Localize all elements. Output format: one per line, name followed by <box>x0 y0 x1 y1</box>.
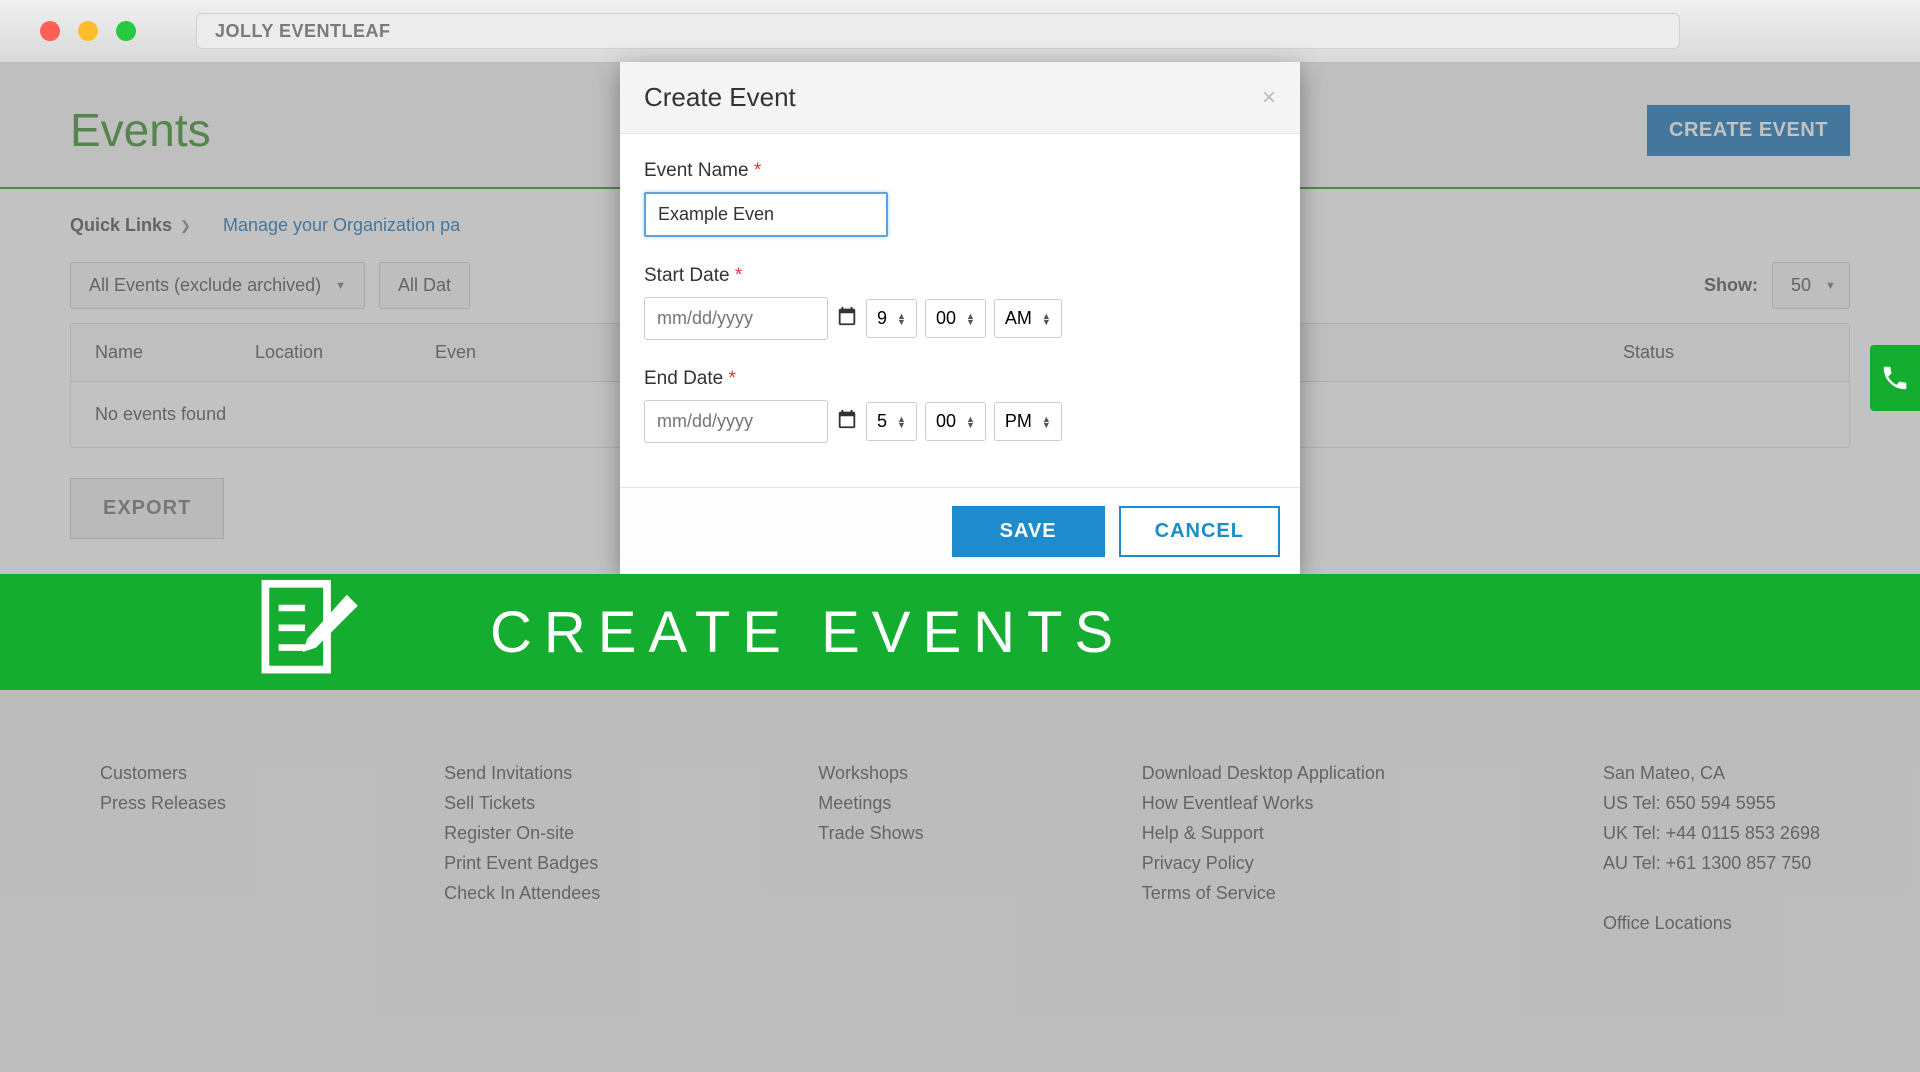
phone-icon <box>1880 363 1910 393</box>
start-minute-select[interactable]: 00▲▼ <box>925 299 986 338</box>
maximize-window-icon[interactable] <box>116 21 136 41</box>
end-hour-select[interactable]: 5▲▼ <box>866 402 917 441</box>
start-ampm-select[interactable]: AM▲▼ <box>994 299 1062 338</box>
cancel-button[interactable]: CANCEL <box>1119 506 1280 557</box>
calendar-icon[interactable] <box>836 408 858 436</box>
traffic-lights <box>40 21 136 41</box>
banner-text: CREATE EVENTS <box>490 599 1125 666</box>
mac-titlebar: JOLLY EVENTLEAF <box>0 0 1920 63</box>
modal-footer: SAVE CANCEL <box>620 487 1300 575</box>
event-name-input[interactable] <box>644 192 888 237</box>
url-bar[interactable]: JOLLY EVENTLEAF <box>196 13 1680 49</box>
start-hour-select[interactable]: 9▲▼ <box>866 299 917 338</box>
url-text: JOLLY EVENTLEAF <box>215 21 391 42</box>
calendar-icon[interactable] <box>836 305 858 333</box>
end-date-label: End Date * <box>644 368 1276 390</box>
minimize-window-icon[interactable] <box>78 21 98 41</box>
create-event-modal: Create Event × Event Name * Start Date *… <box>620 62 1300 575</box>
save-button[interactable]: SAVE <box>952 506 1105 557</box>
end-ampm-select[interactable]: PM▲▼ <box>994 402 1062 441</box>
edit-document-icon <box>250 575 360 690</box>
event-name-field: Event Name * <box>644 160 1276 237</box>
start-date-field: Start Date * 9▲▼ 00▲▼ AM▲▼ <box>644 265 1276 340</box>
end-date-field: End Date * 5▲▼ 00▲▼ PM▲▼ <box>644 368 1276 443</box>
modal-header: Create Event × <box>620 62 1300 134</box>
modal-title: Create Event <box>644 82 796 113</box>
start-date-input[interactable] <box>644 297 828 340</box>
close-window-icon[interactable] <box>40 21 60 41</box>
create-events-banner: CREATE EVENTS <box>0 574 1920 690</box>
end-minute-select[interactable]: 00▲▼ <box>925 402 986 441</box>
start-date-label: Start Date * <box>644 265 1276 287</box>
end-date-input[interactable] <box>644 400 828 443</box>
close-icon[interactable]: × <box>1262 84 1276 112</box>
modal-body: Event Name * Start Date * 9▲▼ 00▲▼ AM▲▼ … <box>620 134 1300 487</box>
event-name-label: Event Name * <box>644 160 1276 182</box>
phone-support-tab[interactable] <box>1870 345 1920 411</box>
